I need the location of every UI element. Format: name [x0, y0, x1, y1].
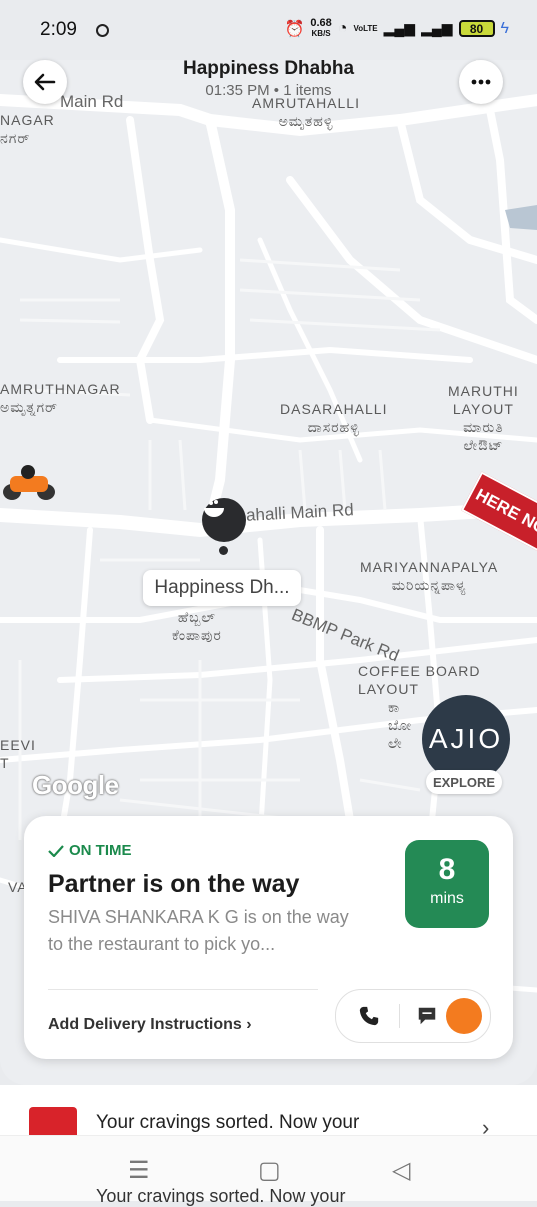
partner-avatar[interactable] — [446, 998, 482, 1034]
alarm-icon: ⏰ — [284, 20, 305, 38]
coffee-board-en-2: LAYOUT — [358, 681, 419, 697]
area-label-mariyannapalya: MARIYANNAPALYA ಮರಿಯನ್ನಪಾಳ್ಯ — [360, 558, 498, 594]
chat-icon[interactable] — [416, 1005, 438, 1027]
signal-icon-2: ▂▄▆ — [421, 20, 453, 36]
coffee-board-en: COFFEE BOARD — [358, 663, 481, 679]
coffee-board-kn-2: ಬೋ — [388, 717, 413, 733]
eevi-en-2: T — [0, 755, 10, 771]
coffee-board-kn: ಕಾ — [388, 699, 401, 715]
status-description: SHIVA SHANKARA K G is on the way to the … — [48, 907, 349, 954]
signal-icon-1: ▂▄▆ — [383, 20, 416, 36]
check-icon — [48, 844, 64, 857]
status-bar: 2:09 ⏰ 0.68 KB/S ◔ VoLTE ▂▄▆ ▂▄▆ 80 ϟ — [0, 0, 537, 60]
chrome-icon — [96, 24, 109, 37]
mariyannapalya-en: MARIYANNAPALYA — [360, 559, 499, 575]
status-time: 2:09 — [40, 19, 77, 40]
charging-icon: ϟ — [500, 19, 509, 37]
area-label-dasarahalli: DASARAHALLI ದಾಸರಹಳ್ಳಿ — [280, 400, 387, 436]
eta-badge: 8 mins — [405, 840, 489, 928]
order-subtitle: 01:35 PM • 1 items — [205, 82, 332, 99]
on-time-label: ON TIME — [69, 842, 132, 859]
maruthi-en: MARUTHI — [448, 383, 519, 399]
eta-unit: mins — [430, 890, 464, 907]
coffee-board-kn-3: ಲೇ — [388, 735, 403, 751]
amruthnagar-kn: ಅಮೃತ್ನಗರ್ — [0, 399, 59, 415]
maruthi-kn: ಮಾರುತಿ — [463, 419, 504, 435]
card-divider — [48, 989, 318, 990]
home-button[interactable]: ▢ — [258, 1156, 281, 1185]
area-label-maruthi-layout: MARUTHI LAYOUT ಮಾರುತಿ ಲೇಔಟ್ — [448, 382, 519, 454]
restaurant-pin[interactable] — [202, 498, 246, 555]
kempapura-kn-2: ಕೆಂಪಾಪುರ — [172, 627, 222, 643]
back-nav-button[interactable]: ◁ — [392, 1156, 410, 1185]
amruthnagar-en: AMRUTHNAGAR — [0, 381, 121, 397]
delivery-rider-icon — [3, 465, 55, 500]
promo-text: Your cravings sorted. Now your — [96, 1112, 360, 1133]
area-label-kempapura: ಹೆಬ್ಬಲ್ ಕೆಂಪಾಪುರ — [172, 608, 222, 644]
maruthi-kn-2: ಲೇಔಟ್ — [463, 437, 504, 453]
phone-icon[interactable] — [358, 1005, 380, 1027]
bowl-icon — [204, 500, 224, 517]
more-dots-icon — [471, 79, 491, 85]
kempapura-kn: ಹೆಬ್ಬಲ್ — [177, 609, 216, 625]
order-status-card: ON TIME Partner is on the way SHIVA SHAN… — [24, 816, 513, 1059]
wifi-icon: ◔ — [337, 19, 348, 37]
net-speed-unit: KB/S — [311, 29, 331, 38]
google-logo: Google — [32, 770, 119, 800]
net-speed: 0.68 KB/S — [310, 18, 331, 39]
dasarahalli-en: DASARAHALLI — [280, 401, 388, 417]
dasarahalli-kn: ದಾಸರಹಳ್ಳಿ — [307, 419, 360, 435]
area-label-amruthnagar: AMRUTHNAGAR ಅಮೃತ್ನಗರ್ — [0, 380, 121, 416]
nagar-kn: ನಗರ್ — [0, 130, 31, 146]
on-time-tag: ON TIME — [48, 842, 132, 859]
net-speed-value: 0.68 — [310, 17, 332, 29]
actions-divider — [399, 1004, 400, 1028]
maruthi-en-2: LAYOUT — [452, 401, 514, 417]
recents-button[interactable]: ☰ — [128, 1156, 150, 1185]
top-bar: Happiness Dhabha 01:35 PM • 1 items — [0, 58, 537, 120]
restaurant-title: Happiness Dhabha — [182, 58, 355, 79]
partner-actions — [335, 989, 491, 1043]
status-icons: ⏰ 0.68 KB/S ◔ VoLTE ▂▄▆ ▂▄▆ 80 ϟ — [284, 18, 509, 39]
status-headline: Partner is on the way — [48, 870, 300, 898]
battery-indicator: 80 — [458, 20, 495, 37]
area-label-eevi: EEVI T — [0, 736, 36, 772]
promo-text-ghost: Your cravings sorted. Now your — [96, 1186, 346, 1206]
eevi-en: EEVI — [0, 737, 36, 753]
instructions-label: Add Delivery Instructions — [48, 1016, 242, 1033]
mariyannapalya-kn: ಮರಿಯನ್ನಪಾಳ್ಯ — [391, 577, 467, 593]
volte-badge: VoLTE — [353, 24, 378, 33]
chevron-right-icon: › — [246, 1016, 252, 1033]
ajio-explore-button[interactable]: EXPLORE — [426, 770, 502, 794]
restaurant-name-chip[interactable]: Happiness Dh... — [143, 570, 301, 606]
more-options-button[interactable] — [459, 60, 503, 104]
add-delivery-instructions-link[interactable]: Add Delivery Instructions › — [48, 1016, 252, 1034]
eta-value: 8 — [438, 853, 456, 886]
